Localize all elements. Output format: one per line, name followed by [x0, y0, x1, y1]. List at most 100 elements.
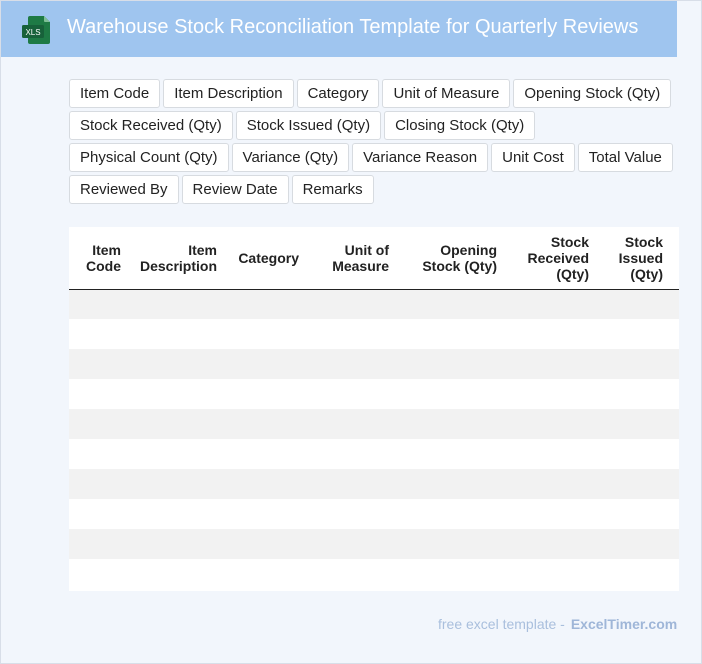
table-cell[interactable]	[505, 499, 597, 529]
table-cell[interactable]	[597, 529, 671, 559]
table-cell[interactable]	[397, 349, 505, 379]
xls-file-icon: XLS	[22, 16, 50, 44]
table-cell[interactable]	[129, 379, 225, 409]
column-chip[interactable]: Review Date	[181, 175, 289, 204]
table-cell[interactable]	[671, 349, 679, 379]
table-cell[interactable]	[671, 529, 679, 559]
table-cell[interactable]	[307, 319, 397, 349]
table-cell[interactable]	[397, 559, 505, 589]
table-cell[interactable]	[129, 319, 225, 349]
column-chip[interactable]: Opening Stock (Qty)	[513, 79, 672, 108]
table-cell[interactable]	[397, 379, 505, 409]
table-cell[interactable]	[671, 289, 679, 319]
table-cell[interactable]	[597, 559, 671, 589]
column-chip[interactable]: Variance Reason	[352, 143, 489, 172]
table-cell[interactable]	[307, 499, 397, 529]
table-cell[interactable]	[671, 319, 679, 349]
table-cell[interactable]	[597, 349, 671, 379]
table-cell[interactable]	[69, 289, 129, 319]
table-cell[interactable]	[307, 379, 397, 409]
table-cell[interactable]	[397, 529, 505, 559]
table-cell[interactable]	[505, 379, 597, 409]
column-chip[interactable]: Reviewed By	[69, 175, 179, 204]
table-cell[interactable]	[505, 469, 597, 499]
table-cell[interactable]	[225, 409, 307, 439]
table-cell[interactable]	[225, 559, 307, 589]
table-cell[interactable]	[505, 289, 597, 319]
table-cell[interactable]	[597, 409, 671, 439]
column-chip[interactable]: Stock Issued (Qty)	[235, 111, 382, 140]
table-cell[interactable]	[225, 349, 307, 379]
table-cell[interactable]	[397, 469, 505, 499]
table-cell[interactable]	[671, 499, 679, 529]
table-cell[interactable]	[597, 439, 671, 469]
table-cell[interactable]	[671, 439, 679, 469]
table-cell[interactable]	[307, 289, 397, 319]
table-cell[interactable]	[671, 559, 679, 589]
table-cell[interactable]	[597, 379, 671, 409]
table-cell[interactable]	[225, 379, 307, 409]
table-cell[interactable]	[307, 559, 397, 589]
column-chip[interactable]: Category	[296, 79, 380, 108]
table-cell[interactable]	[129, 409, 225, 439]
table-cell[interactable]	[307, 469, 397, 499]
table-cell[interactable]	[505, 409, 597, 439]
table-cell[interactable]	[69, 439, 129, 469]
table-cell[interactable]	[69, 469, 129, 499]
table-cell[interactable]	[597, 289, 671, 319]
table-cell[interactable]	[129, 529, 225, 559]
table-cell[interactable]	[505, 349, 597, 379]
table-cell[interactable]	[129, 289, 225, 319]
table-cell[interactable]	[69, 499, 129, 529]
column-header: Stock Issued (Qty)	[597, 227, 671, 290]
table-cell[interactable]	[307, 349, 397, 379]
table-cell[interactable]	[225, 469, 307, 499]
table-cell[interactable]	[225, 439, 307, 469]
table-cell[interactable]	[307, 439, 397, 469]
table-cell[interactable]	[597, 469, 671, 499]
column-chip[interactable]: Total Value	[577, 143, 673, 172]
table-cell[interactable]	[397, 319, 505, 349]
column-chip[interactable]: Unit of Measure	[382, 79, 511, 108]
table-cell[interactable]	[225, 289, 307, 319]
table-cell[interactable]	[397, 499, 505, 529]
column-chip[interactable]: Stock Received (Qty)	[69, 111, 233, 140]
column-chip[interactable]: Item Description	[163, 79, 294, 108]
table-cell[interactable]	[69, 529, 129, 559]
footer-brand-link[interactable]: ExcelTimer.com	[571, 616, 677, 632]
table-cell[interactable]	[69, 349, 129, 379]
table-cell[interactable]	[505, 559, 597, 589]
table-cell[interactable]	[69, 559, 129, 589]
column-chip[interactable]: Item Code	[69, 79, 161, 108]
table-cell[interactable]	[69, 379, 129, 409]
table-cell[interactable]	[69, 319, 129, 349]
table-cell[interactable]	[129, 499, 225, 529]
table-cell[interactable]	[69, 409, 129, 439]
column-chip[interactable]: Unit Cost	[491, 143, 575, 172]
table-cell[interactable]	[671, 379, 679, 409]
table-cell[interactable]	[597, 319, 671, 349]
table-cell[interactable]	[129, 349, 225, 379]
table-cell[interactable]	[307, 409, 397, 439]
table-cell[interactable]	[129, 559, 225, 589]
table-cell[interactable]	[129, 469, 225, 499]
table-cell[interactable]	[225, 529, 307, 559]
table-cell[interactable]	[397, 289, 505, 319]
table-cell[interactable]	[225, 319, 307, 349]
table-cell[interactable]	[671, 469, 679, 499]
table-cell[interactable]	[597, 499, 671, 529]
table-cell[interactable]	[307, 529, 397, 559]
table-cell[interactable]	[505, 439, 597, 469]
table-cell[interactable]	[505, 319, 597, 349]
table-cell[interactable]	[671, 409, 679, 439]
table-cell[interactable]	[397, 439, 505, 469]
table-cell[interactable]	[129, 439, 225, 469]
column-chip[interactable]: Variance (Qty)	[231, 143, 350, 172]
column-chip[interactable]: Closing Stock (Qty)	[384, 111, 536, 140]
column-chip[interactable]: Remarks	[291, 175, 374, 204]
table-cell[interactable]	[397, 409, 505, 439]
column-chip[interactable]: Physical Count (Qty)	[69, 143, 229, 172]
column-header: Closing Stock (Qty)	[671, 227, 679, 290]
table-cell[interactable]	[505, 529, 597, 559]
table-cell[interactable]	[225, 499, 307, 529]
